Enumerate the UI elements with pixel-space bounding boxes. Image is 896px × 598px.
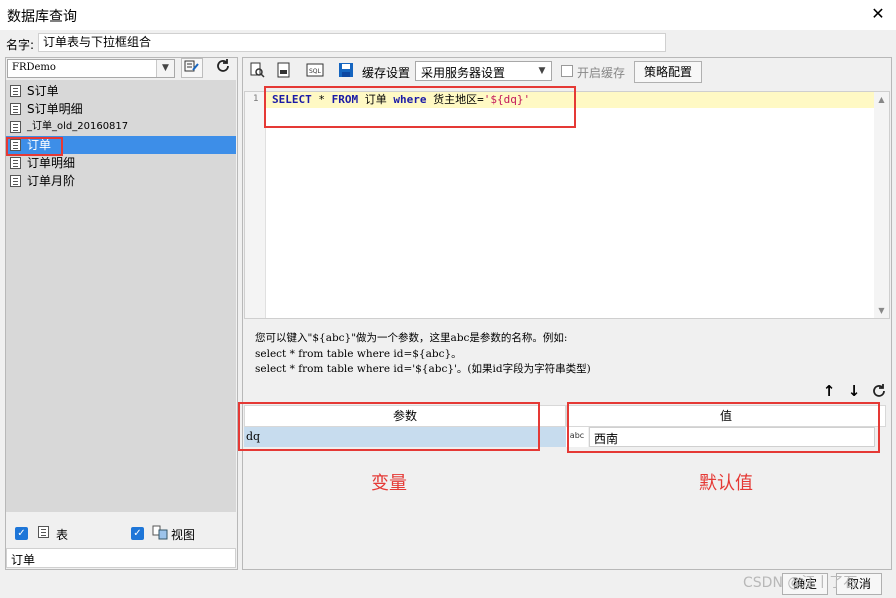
default-value-annotation: 默认值 (699, 473, 753, 494)
view-icon (152, 525, 168, 540)
enable-cache-checkbox[interactable] (561, 65, 573, 77)
table-icon (10, 85, 21, 97)
table-icon (10, 121, 21, 133)
refresh-icon (873, 384, 885, 397)
line-number: 1 (253, 94, 259, 104)
table-checkbox[interactable]: ✓ (15, 527, 28, 540)
strategy-config-button[interactable]: 策略配置 (634, 61, 702, 83)
table-item[interactable]: _订单_old_20160817 (6, 118, 236, 136)
table-icon (10, 103, 21, 115)
variable-annotation: 变量 (371, 473, 407, 494)
move-up-icon[interactable]: ↑ (821, 382, 837, 400)
view-checkbox-label: 视图 (171, 528, 196, 542)
datasource-select[interactable]: FRDemo (7, 59, 175, 78)
refresh-params-button[interactable] (871, 383, 887, 402)
highlight-box-selected-table (6, 137, 63, 156)
table-icon (38, 526, 49, 538)
refresh-tables-button[interactable] (212, 58, 234, 78)
enable-cache-label: 开启缓存 (577, 66, 626, 80)
title-bar (0, 0, 896, 30)
chevron-down-icon[interactable]: ▼ (156, 60, 174, 77)
table-item[interactable]: S订单 (6, 82, 236, 100)
sql-format-button[interactable] (276, 62, 292, 81)
table-item[interactable]: S订单明细 (6, 100, 236, 118)
cache-settings-button[interactable] (338, 62, 354, 81)
data-connection-button[interactable] (181, 58, 203, 78)
editor-scrollbar[interactable]: ▲ ▼ (874, 92, 889, 318)
table-type-filters: ✓ 表 ✓ 视图 (6, 520, 236, 546)
chevron-down-icon[interactable]: ▼ (533, 62, 551, 80)
cache-settings-label: 缓存设置 (362, 66, 411, 80)
name-label: 名字: (6, 38, 35, 52)
highlight-box-sql (264, 86, 576, 128)
line-gutter (245, 92, 266, 318)
name-input[interactable]: 订单表与下拉框组合 (38, 33, 666, 52)
database-edit-icon (184, 60, 199, 72)
hint-line-2: select * from table where id=${abc}。 (255, 348, 462, 360)
svg-text:SQL: SQL (309, 68, 322, 75)
table-icon (10, 175, 21, 187)
highlight-box-param (238, 402, 540, 451)
view-checkbox[interactable]: ✓ (131, 527, 144, 540)
refresh-icon (217, 59, 229, 72)
hint-line-3: select * from table where id='${abc}'。(如… (255, 363, 591, 375)
hint-line-1: 您可以键入"${abc}"做为一个参数，这里abc是参数的名称。例如: (255, 332, 568, 344)
sql-icon: SQL (306, 63, 324, 77)
table-icon (10, 157, 21, 169)
sql-doc-icon (277, 62, 290, 78)
preview-icon (250, 62, 265, 78)
table-item[interactable]: 订单月阶 (6, 172, 236, 190)
table-checkbox-label: 表 (56, 528, 69, 542)
cache-mode-select[interactable]: 采用服务器设置 (415, 61, 552, 81)
table-filter-input[interactable]: 订单 (6, 548, 236, 568)
move-down-icon[interactable]: ↓ (846, 382, 862, 400)
preview-button[interactable] (249, 62, 265, 81)
save-icon (339, 63, 353, 77)
dialog-title: 数据库查询 (7, 9, 77, 25)
scroll-down-icon[interactable]: ▼ (874, 303, 889, 318)
table-item[interactable]: 订单明细 (6, 154, 236, 172)
close-icon[interactable]: ✕ (868, 4, 888, 24)
highlight-box-value (567, 402, 880, 453)
watermark: CSDN @江丨了石 (743, 575, 858, 591)
scroll-up-icon[interactable]: ▲ (874, 92, 889, 107)
sql-button[interactable]: SQL (306, 62, 324, 81)
